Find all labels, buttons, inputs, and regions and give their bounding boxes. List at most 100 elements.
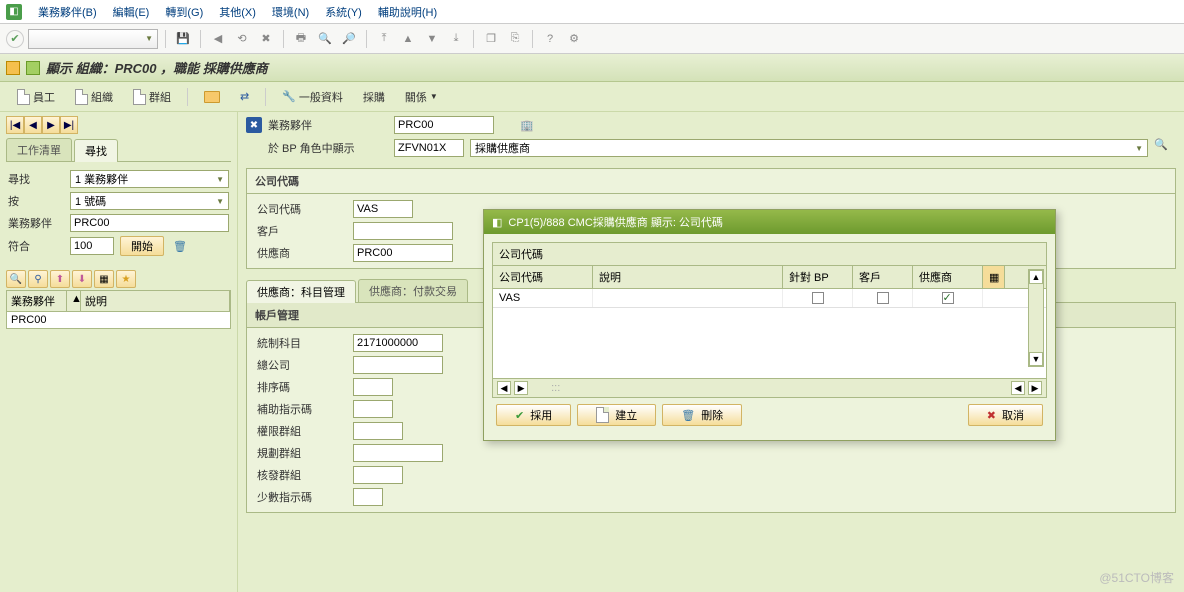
last-page-icon[interactable]: ⤓	[446, 29, 466, 49]
cancel-icon[interactable]: ✖	[256, 29, 276, 49]
rel-label: 核發群組	[257, 467, 347, 483]
start-button[interactable]: 開始	[120, 236, 164, 256]
hq-field[interactable]	[353, 356, 443, 374]
switch-button[interactable]: ⇄	[233, 87, 256, 106]
menu-env[interactable]: 環境(N)	[272, 4, 309, 20]
vend-field[interactable]: PRC00	[353, 244, 453, 262]
menu-bp[interactable]: 業務夥伴(B)	[38, 4, 97, 20]
find-icon[interactable]: 🔍	[315, 29, 335, 49]
bp-input[interactable]: PRC00	[70, 214, 229, 232]
col-config-icon[interactable]: ▦	[983, 266, 1005, 288]
delete-button[interactable]: 🗑刪除	[662, 404, 742, 426]
enter-icon[interactable]: ✔	[6, 30, 24, 48]
table-row[interactable]: PRC00	[7, 312, 230, 328]
role-select[interactable]: 採購供應商	[470, 139, 1148, 157]
columns-icon[interactable]: ▦	[94, 270, 114, 288]
shortcut-icon[interactable]: ⎘	[505, 29, 525, 49]
app-icon-2	[26, 61, 40, 75]
find-next-icon[interactable]: 🔎	[339, 29, 359, 49]
scroll-up-icon[interactable]: ▲	[1029, 270, 1043, 284]
bp-field[interactable]: PRC00	[394, 116, 494, 134]
tab-account-mgmt[interactable]: 供應商：科目管理	[246, 280, 356, 303]
new-session-icon[interactable]: ❐	[481, 29, 501, 49]
layout-icon[interactable]: ⚙	[564, 29, 584, 49]
scroll-down-icon[interactable]: ▼	[1029, 352, 1043, 366]
role-detail-icon[interactable]: 🔍	[1154, 138, 1176, 158]
menu-other[interactable]: 其他(X)	[219, 4, 256, 20]
general-data-button[interactable]: 🔧一般資料	[275, 86, 350, 108]
cc-field[interactable]: VAS	[353, 200, 413, 218]
scroll-right-icon[interactable]: ▶	[514, 381, 528, 395]
tab-worklist[interactable]: 工作清單	[6, 138, 72, 161]
recon-field[interactable]: 2171000000	[353, 334, 443, 352]
back-icon[interactable]: ◀	[208, 29, 228, 49]
nav-arrows: |◀ ◀ ▶ ▶|	[6, 116, 231, 134]
min-field[interactable]	[353, 488, 383, 506]
org-button[interactable]: 組織	[68, 86, 120, 108]
fav-icon[interactable]: ★	[116, 270, 136, 288]
nav-last-icon[interactable]: ▶|	[60, 116, 78, 134]
help-icon[interactable]: ?	[540, 29, 560, 49]
by-select[interactable]: 1 號碼	[70, 192, 229, 210]
detail-icon[interactable]: 🔍	[6, 270, 26, 288]
cancel-button[interactable]: ✖取消	[968, 404, 1043, 426]
grid-row[interactable]: VAS	[493, 289, 1046, 308]
scroll-left-icon[interactable]: ◀	[497, 381, 511, 395]
close-header-icon[interactable]: ✖	[246, 117, 262, 133]
col-sort-icon[interactable]: ▲	[67, 291, 81, 311]
prev-page-icon[interactable]: ▲	[398, 29, 418, 49]
sort-asc-icon[interactable]: ⬆	[50, 270, 70, 288]
employee-button[interactable]: 員工	[10, 86, 62, 108]
exit-icon[interactable]: ⟲	[232, 29, 252, 49]
match-input[interactable]: 100	[70, 237, 114, 255]
cust-field[interactable]	[353, 222, 453, 240]
nav-first-icon[interactable]: |◀	[6, 116, 24, 134]
aux-field[interactable]	[353, 400, 393, 418]
auth-field[interactable]	[353, 422, 403, 440]
check-icon: ✔	[515, 409, 524, 422]
filter-icon[interactable]: ⚲	[28, 270, 48, 288]
scroll-left2-icon[interactable]: ◀	[1011, 381, 1025, 395]
rel-field[interactable]	[353, 466, 403, 484]
adopt-button[interactable]: ✔採用	[496, 404, 571, 426]
trash-icon[interactable]: 🗑	[170, 236, 190, 256]
tab-search[interactable]: 尋找	[74, 139, 118, 162]
search-select[interactable]: 1 業務夥伴	[70, 170, 229, 188]
print-icon[interactable]: 🖶	[291, 29, 311, 49]
group-button[interactable]: 群組	[126, 86, 178, 108]
cust-checkbox[interactable]	[877, 292, 889, 304]
command-field[interactable]: ▼	[28, 29, 158, 49]
purchasing-button[interactable]: 採購	[356, 86, 392, 108]
role-code-field[interactable]: ZFVN01X	[394, 139, 464, 157]
scroll-right2-icon[interactable]: ▶	[1028, 381, 1042, 395]
save-icon[interactable]: 💾	[173, 29, 193, 49]
separator	[187, 88, 188, 106]
plan-field[interactable]	[353, 444, 443, 462]
create-button[interactable]: 建立	[577, 404, 656, 426]
first-page-icon[interactable]: ⤒	[374, 29, 394, 49]
doc-icon	[133, 89, 146, 105]
plan-label: 規劃群組	[257, 445, 347, 461]
doc-icon	[596, 407, 609, 423]
menu-edit[interactable]: 編輯(E)	[113, 4, 150, 20]
menu-goto[interactable]: 轉到(G)	[165, 4, 203, 20]
forbp-checkbox[interactable]	[812, 292, 824, 304]
sort-field[interactable]	[353, 378, 393, 396]
tab-payment[interactable]: 供應商：付款交易	[358, 279, 468, 302]
standard-toolbar: ✔ ▼ 💾 ◀ ⟲ ✖ 🖶 🔍 🔎 ⤒ ▲ ▼ ⤓ ❐ ⎘ ? ⚙	[0, 24, 1184, 54]
v-scrollbar[interactable]: ▲ ▼	[1028, 269, 1044, 367]
hq-label: 總公司	[257, 357, 347, 373]
open-button[interactable]	[197, 88, 227, 106]
nav-prev-icon[interactable]: ◀	[24, 116, 42, 134]
dialog-titlebar[interactable]: ◧ CP1(5)/888 CMC採購供應商 顯示: 公司代碼	[484, 210, 1055, 234]
dialog-section: 公司代碼 公司代碼 說明 針對 BP 客戶 供應商 ▦ VAS	[492, 242, 1047, 398]
menu-help[interactable]: 輔助說明(H)	[378, 4, 437, 20]
menu-sys[interactable]: 系統(Y)	[325, 4, 362, 20]
nav-next-icon[interactable]: ▶	[42, 116, 60, 134]
next-page-icon[interactable]: ▼	[422, 29, 442, 49]
sort-desc-icon[interactable]: ⬇	[72, 270, 92, 288]
cc-section-header: 公司代碼	[247, 169, 1175, 194]
vend-checkbox[interactable]	[942, 292, 954, 304]
col-desc: 說明	[593, 266, 783, 288]
relationship-button[interactable]: 關係▼	[398, 86, 445, 108]
